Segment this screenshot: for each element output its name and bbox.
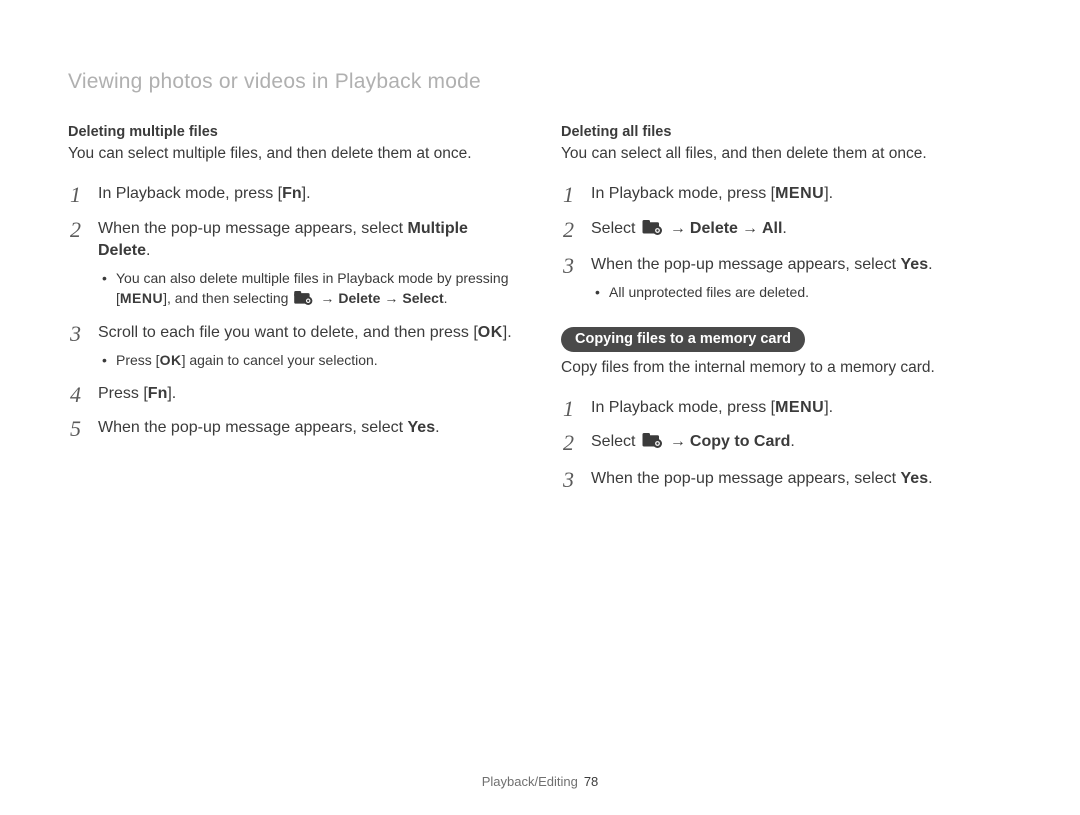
- fn-key: Fn: [148, 385, 168, 402]
- step-text: .: [782, 220, 786, 237]
- all-option: All: [762, 220, 782, 237]
- step-text: ].: [824, 185, 833, 202]
- copy-to-card-option: Copy to Card: [690, 433, 790, 450]
- step-text: When the pop-up message appears, select: [591, 470, 901, 487]
- step-text: ].: [167, 385, 176, 402]
- step-text: .: [928, 256, 932, 273]
- page-title: Viewing photos or videos in Playback mod…: [68, 70, 1012, 94]
- arrow-icon: →: [670, 433, 686, 450]
- step-2-substep: You can also delete multiple files in Pl…: [98, 269, 519, 310]
- step-3: When the pop-up message appears, select …: [561, 468, 1012, 491]
- step-text: Press [: [98, 385, 148, 402]
- delete-option: Delete: [690, 220, 738, 237]
- yes-option: Yes: [901, 256, 929, 273]
- step-text: Select: [591, 220, 640, 237]
- step-1: In Playback mode, press [MENU].: [561, 183, 1012, 206]
- substep-text: All unprotected files are deleted.: [609, 284, 809, 300]
- arrow-icon: →: [742, 220, 758, 237]
- step-2: Select →Copy to Card.: [561, 431, 1012, 456]
- substep-text: ], and then selecting: [163, 290, 292, 306]
- steps-copy-to-card: In Playback mode, press [MENU]. Select →…: [561, 397, 1012, 491]
- step-text: In Playback mode, press [: [98, 185, 282, 202]
- ok-key: OK: [478, 324, 503, 341]
- menu-key: MENU: [775, 185, 824, 202]
- substep-text: Press [: [116, 352, 160, 368]
- menu-key: MENU: [120, 290, 163, 306]
- section-intro-delete-all: You can select all files, and then delet…: [561, 144, 1012, 165]
- step-text: .: [146, 242, 150, 259]
- footer-section: Playback/Editing: [482, 774, 578, 789]
- step-text: .: [928, 470, 932, 487]
- step-text: Select: [591, 433, 640, 450]
- step-4: Press [Fn].: [68, 383, 519, 406]
- section-pill-copy-to-card: Copying files to a memory card: [561, 327, 805, 352]
- right-column: Deleting all files You can select all fi…: [561, 124, 1012, 503]
- yes-option: Yes: [901, 470, 929, 487]
- step-text: .: [435, 419, 439, 436]
- step-text: ].: [302, 185, 311, 202]
- step-text: When the pop-up message appears, select: [591, 256, 901, 273]
- steps-delete-all: In Playback mode, press [MENU]. Select →…: [561, 183, 1012, 303]
- step-3: Scroll to each file you want to delete, …: [68, 322, 519, 370]
- step-1: In Playback mode, press [MENU].: [561, 397, 1012, 420]
- arrow-icon: →: [384, 290, 398, 306]
- step-text: In Playback mode, press [: [591, 185, 775, 202]
- step-2: Select →Delete→All.: [561, 218, 1012, 243]
- left-column: Deleting multiple files You can select m…: [68, 124, 519, 503]
- content-columns: Deleting multiple files You can select m…: [68, 124, 1012, 503]
- page-number: 78: [584, 774, 598, 789]
- step-3-substep: All unprotected files are deleted.: [591, 283, 1012, 303]
- step-text: When the pop-up message appears, select: [98, 419, 408, 436]
- substep: You can also delete multiple files in Pl…: [98, 269, 519, 310]
- step-1: In Playback mode, press [Fn].: [68, 183, 519, 206]
- step-2: When the pop-up message appears, select …: [68, 218, 519, 311]
- substep: Press [OK] again to cancel your selectio…: [98, 351, 519, 371]
- select-option: Select: [402, 290, 443, 306]
- step-text: When the pop-up message appears, select: [98, 220, 408, 237]
- arrow-icon: →: [670, 220, 686, 237]
- ok-key: OK: [160, 352, 182, 368]
- arrow-icon: →: [320, 290, 334, 306]
- folder-gear-icon: [642, 433, 664, 456]
- step-3: When the pop-up message appears, select …: [561, 254, 1012, 302]
- fn-key: Fn: [282, 185, 302, 202]
- section-intro-delete-multiple: You can select multiple files, and then …: [68, 144, 519, 165]
- folder-gear-icon: [642, 220, 664, 243]
- section-heading-delete-multiple: Deleting multiple files: [68, 124, 519, 140]
- page-footer: Playback/Editing 78: [0, 774, 1080, 789]
- yes-option: Yes: [408, 419, 436, 436]
- section-intro-copy-to-card: Copy files from the internal memory to a…: [561, 358, 1012, 379]
- substep-text: .: [444, 290, 448, 306]
- substep-text: ] again to cancel your selection.: [182, 352, 378, 368]
- steps-delete-multiple: In Playback mode, press [Fn]. When the p…: [68, 183, 519, 440]
- step-text: ].: [824, 399, 833, 416]
- step-text: Scroll to each file you want to delete, …: [98, 324, 478, 341]
- step-3-substep: Press [OK] again to cancel your selectio…: [98, 351, 519, 371]
- folder-gear-icon: [294, 291, 314, 311]
- step-text: In Playback mode, press [: [591, 399, 775, 416]
- step-5: When the pop-up message appears, select …: [68, 417, 519, 440]
- section-heading-delete-all: Deleting all files: [561, 124, 1012, 140]
- step-text: .: [790, 433, 794, 450]
- substep: All unprotected files are deleted.: [591, 283, 1012, 303]
- manual-page: Viewing photos or videos in Playback mod…: [0, 0, 1080, 815]
- delete-option: Delete: [338, 290, 380, 306]
- menu-key: MENU: [775, 399, 824, 416]
- step-text: ].: [503, 324, 512, 341]
